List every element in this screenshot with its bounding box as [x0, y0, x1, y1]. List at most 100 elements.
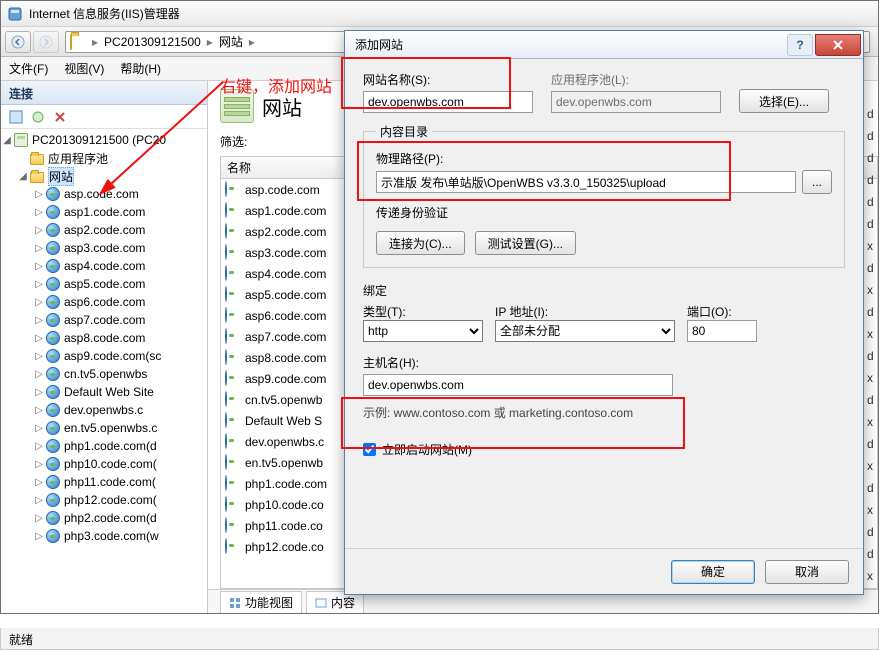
tree-twisty-icon[interactable]: ▷ — [33, 189, 45, 200]
col-name[interactable]: 名称 — [227, 159, 251, 176]
site-name-input[interactable] — [363, 91, 533, 113]
globe-icon — [45, 186, 61, 202]
globe-icon — [45, 276, 61, 292]
actions-sliver: ddddddxdxdxdxdxdxdxddx — [867, 107, 879, 591]
tree-twisty-icon[interactable]: ▷ — [33, 495, 45, 506]
tree-apppools[interactable]: 应用程序池 — [48, 150, 108, 167]
tree-site-item[interactable]: asp2.code.com — [64, 223, 145, 237]
globe-icon — [45, 348, 61, 364]
tree-server[interactable]: PC201309121500 (PC20 — [32, 133, 166, 147]
content-directory-legend: 内容目录 — [376, 123, 432, 140]
tree-twisty-icon[interactable]: ▷ — [33, 423, 45, 434]
tb-remove-icon[interactable] — [51, 108, 69, 126]
port-label: 端口(O): — [687, 303, 757, 320]
nav-forward-button[interactable] — [33, 31, 59, 53]
globe-icon — [225, 308, 241, 324]
tree-site-item[interactable]: en.tv5.openwbs.c — [64, 421, 157, 435]
tree-twisty-icon[interactable]: ▷ — [33, 351, 45, 362]
menu-help[interactable]: 帮助(H) — [120, 60, 161, 77]
tree-site-item[interactable]: asp7.code.com — [64, 313, 145, 327]
content-directory-group: 内容目录 物理路径(P): ... 传递身份验证 连接为(C)... 测试设置(… — [363, 123, 845, 268]
hostname-label: 主机名(H): — [363, 356, 419, 370]
port-input[interactable] — [687, 320, 757, 342]
dialog-title: 添加网站 — [355, 36, 787, 53]
tree-site-item[interactable]: asp4.code.com — [64, 259, 145, 273]
connections-tree[interactable]: ◢ PC201309121500 (PC20 应用程序池 ◢ 网站 ▷ asp.cod… — [1, 129, 207, 613]
physical-path-label: 物理路径(P): — [376, 152, 443, 166]
binding-header: 绑定 — [363, 282, 845, 299]
tree-twisty-icon[interactable]: ▷ — [33, 387, 45, 398]
tree-site-item[interactable]: php3.code.com(w — [64, 529, 159, 543]
physical-path-input[interactable] — [376, 171, 796, 193]
globe-icon — [45, 312, 61, 328]
tree-site-item[interactable]: asp.code.com — [64, 187, 139, 201]
tab-features[interactable]: 功能视图 — [220, 591, 302, 613]
globe-icon — [45, 528, 61, 544]
connections-toolbar — [1, 105, 207, 129]
test-settings-button[interactable]: 测试设置(G)... — [475, 231, 576, 255]
tree-site-item[interactable]: php2.code.com(d — [64, 511, 157, 525]
tree-twisty-icon[interactable]: ▷ — [33, 261, 45, 272]
tree-twisty-icon[interactable]: ▷ — [33, 531, 45, 542]
browse-path-button[interactable]: ... — [802, 170, 832, 194]
globe-icon — [45, 438, 61, 454]
window-title: Internet 信息服务(IIS)管理器 — [29, 5, 872, 22]
tree-site-item[interactable]: cn.tv5.openwbs — [64, 367, 147, 381]
tree-site-item[interactable]: php10.code.com( — [64, 457, 157, 471]
chevron-icon: ▸ — [90, 35, 100, 49]
tree-twisty-icon[interactable]: ▷ — [33, 333, 45, 344]
nav-back-button[interactable] — [5, 31, 31, 53]
start-now-checkbox[interactable] — [363, 443, 376, 456]
hostname-input[interactable] — [363, 374, 673, 396]
tree-twisty-icon[interactable]: ▷ — [33, 297, 45, 308]
ip-select[interactable]: 全部未分配 — [495, 320, 675, 342]
select-apppool-button[interactable]: 选择(E)... — [739, 89, 829, 113]
tree-twisty-icon[interactable]: ▷ — [33, 315, 45, 326]
hostname-hint: 示例: www.contoso.com 或 marketing.contoso.… — [363, 404, 845, 421]
tree-twisty-icon[interactable]: ▷ — [33, 243, 45, 254]
tree-site-item[interactable]: Default Web Site — [64, 385, 154, 399]
tree-site-item[interactable]: asp6.code.com — [64, 295, 145, 309]
dialog-titlebar[interactable]: 添加网站 ? — [345, 31, 863, 59]
tree-site-item[interactable]: asp1.code.com — [64, 205, 145, 219]
address-seg-sites[interactable]: 网站 — [215, 33, 247, 50]
tree-site-item[interactable]: asp8.code.com — [64, 331, 145, 345]
tree-site-item[interactable]: asp3.code.com — [64, 241, 145, 255]
globe-icon — [225, 266, 241, 282]
connect-as-button[interactable]: 连接为(C)... — [376, 231, 465, 255]
ok-button[interactable]: 确定 — [671, 560, 755, 584]
tree-twisty-icon[interactable]: ▷ — [33, 225, 45, 236]
add-website-dialog: 添加网站 ? 网站名称(S): 应用程序池(L): 选择(E)... 内容目录 … — [344, 30, 864, 595]
tree-twisty-icon[interactable]: ◢ — [17, 171, 29, 182]
tree-site-item[interactable]: php1.code.com(d — [64, 439, 157, 453]
dialog-help-button[interactable]: ? — [787, 34, 813, 56]
dialog-close-button[interactable] — [815, 34, 861, 56]
tb-save-icon[interactable] — [7, 108, 25, 126]
globe-icon — [45, 366, 61, 382]
tree-twisty-icon[interactable]: ▷ — [33, 441, 45, 452]
tree-twisty-icon[interactable]: ▷ — [33, 513, 45, 524]
menu-view[interactable]: 视图(V) — [64, 60, 104, 77]
type-label: 类型(T): — [363, 303, 483, 320]
tree-twisty-icon[interactable]: ▷ — [33, 477, 45, 488]
tb-connect-icon[interactable] — [29, 108, 47, 126]
tree-site-item[interactable]: php11.code.com( — [64, 475, 156, 489]
menu-file[interactable]: 文件(F) — [9, 60, 48, 77]
tree-site-item[interactable]: asp9.code.com(sc — [64, 349, 161, 363]
chevron-icon: ▸ — [247, 35, 257, 49]
tree-site-item[interactable]: dev.openwbs.c — [64, 403, 143, 417]
tree-sites[interactable]: 网站 — [48, 167, 74, 186]
tree-site-item[interactable]: asp5.code.com — [64, 277, 145, 291]
type-select[interactable]: http — [363, 320, 483, 342]
address-icon — [70, 34, 86, 50]
address-seg-server[interactable]: PC201309121500 — [100, 35, 205, 49]
tree-twisty-icon[interactable]: ▷ — [33, 405, 45, 416]
tree-twisty-icon[interactable]: ▷ — [33, 207, 45, 218]
tree-twisty-icon[interactable]: ◢ — [1, 135, 13, 146]
tree-twisty-icon[interactable]: ▷ — [33, 369, 45, 380]
globe-icon — [45, 294, 61, 310]
tree-twisty-icon[interactable]: ▷ — [33, 459, 45, 470]
tree-site-item[interactable]: php12.code.com( — [64, 493, 157, 507]
tree-twisty-icon[interactable]: ▷ — [33, 279, 45, 290]
cancel-button[interactable]: 取消 — [765, 560, 849, 584]
